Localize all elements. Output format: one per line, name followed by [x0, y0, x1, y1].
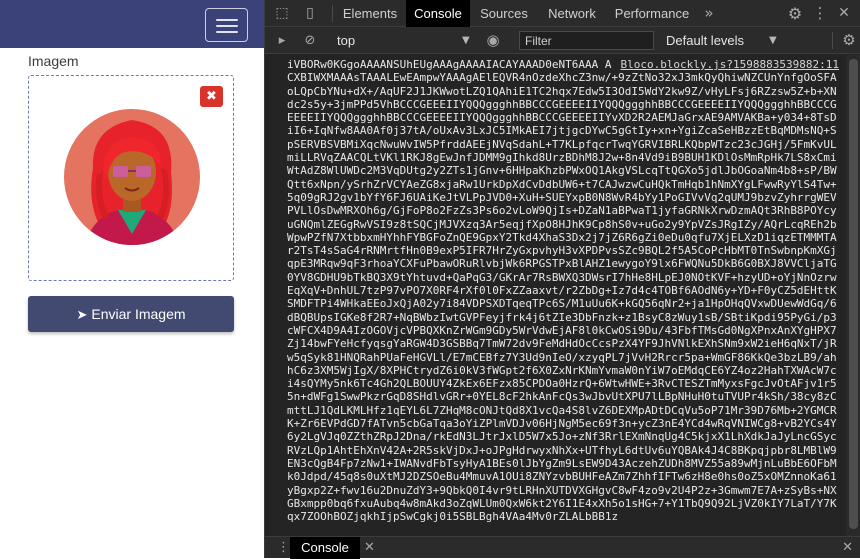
scrollbar-thumb[interactable]: [849, 59, 858, 529]
hamburger-icon: [216, 25, 238, 27]
chevron-down-icon: ▼: [769, 35, 777, 46]
devtools-tabbar: ⬚ ▯ Elements Console Sources Network Per…: [265, 0, 860, 27]
more-tabs-icon[interactable]: »: [699, 0, 719, 27]
inspect-element-icon[interactable]: ⬚: [271, 0, 293, 27]
console-log-message[interactable]: Bloco.blockly.js?1598883539882:11 iVBORw…: [287, 58, 839, 523]
image-field-label: Imagem: [28, 53, 79, 69]
paper-plane-icon: ➤: [76, 308, 88, 323]
console-output: Bloco.blockly.js?1598883539882:11 iVBORw…: [265, 55, 845, 536]
drawer-tabbar: ⋮ Console ✕ ✕: [265, 536, 860, 559]
drawer-tab-console[interactable]: Console: [290, 537, 360, 559]
device-toolbar-icon[interactable]: ▯: [299, 0, 321, 27]
sidebar-toggle-icon[interactable]: ▸: [273, 27, 291, 54]
log-levels-dropdown[interactable]: Default levels: [666, 33, 744, 48]
close-drawer-icon[interactable]: ✕: [842, 537, 853, 559]
remove-image-button[interactable]: ✖: [200, 86, 223, 107]
log-message-text: iVBORw0KGgoAAAANSUhEUgAAAgAAAAIACAYAAAD0…: [287, 58, 837, 524]
chevron-down-icon: ▼: [462, 35, 470, 46]
send-image-label: Enviar Imagem: [91, 306, 186, 322]
toolbar-divider: [832, 32, 833, 49]
tab-network[interactable]: Network: [541, 0, 603, 27]
app-pane: Imagem ✖ ➤ Enviar Imagem: [0, 0, 264, 558]
tab-elements[interactable]: Elements: [335, 0, 405, 27]
console-settings-gear-icon[interactable]: ⚙: [840, 27, 858, 54]
hamburger-icon: [216, 31, 238, 33]
app-navbar: [0, 0, 264, 48]
context-selector[interactable]: top: [337, 33, 355, 48]
close-icon[interactable]: ✕: [364, 537, 375, 559]
console-filter-input[interactable]: [519, 31, 654, 50]
console-toolbar: ▸ ⊘ top ▼ ◉ Default levels ▼ ⚙: [265, 27, 860, 54]
drawer-menu-icon[interactable]: ⋮: [277, 537, 290, 559]
tab-performance[interactable]: Performance: [609, 0, 695, 27]
hamburger-menu-button[interactable]: [205, 8, 248, 42]
more-options-icon[interactable]: ⋮: [811, 0, 829, 27]
tab-console[interactable]: Console: [406, 0, 470, 27]
console-scrollbar[interactable]: [846, 55, 860, 536]
avatar-image: [64, 109, 200, 245]
toolbar-divider: [332, 5, 333, 22]
clear-console-icon[interactable]: ⊘: [301, 27, 319, 54]
devtools-pane: ⬚ ▯ Elements Console Sources Network Per…: [264, 0, 860, 559]
close-devtools-icon[interactable]: ✕: [833, 0, 855, 27]
send-image-button[interactable]: ➤ Enviar Imagem: [28, 296, 234, 332]
log-source-link[interactable]: Bloco.blockly.js?1598883539882:11: [620, 58, 839, 71]
image-dropzone[interactable]: ✖: [28, 75, 234, 281]
hamburger-icon: [216, 19, 238, 21]
tab-sources[interactable]: Sources: [473, 0, 535, 27]
settings-gear-icon[interactable]: ⚙: [785, 0, 805, 27]
live-expression-eye-icon[interactable]: ◉: [483, 27, 503, 54]
